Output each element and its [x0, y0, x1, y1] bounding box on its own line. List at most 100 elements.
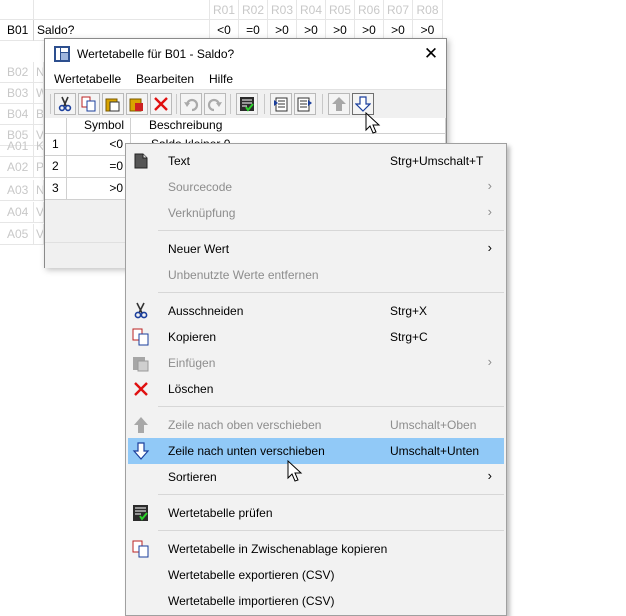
submenu-arrow-icon: › [487, 204, 492, 219]
menu-item-label: Wertetabelle in Zwischenablage kopieren [168, 542, 388, 556]
grid-row-header[interactable]: B01 [0, 20, 34, 41]
grid-row-header[interactable]: B03 [0, 83, 34, 104]
context-menu: Text Strg+Umschalt+T Sourcecode › Verknü… [125, 143, 507, 616]
menu-item-sourcecode[interactable]: Sourcecode › [128, 174, 504, 200]
table-row-number[interactable]: 3 [45, 178, 67, 200]
menu-item-wertetabelle-pruefen[interactable]: Wertetabelle prüfen [128, 500, 504, 526]
grid-row-text[interactable]: N [34, 62, 44, 83]
paste-special-button[interactable] [126, 93, 148, 115]
menu-item-loeschen[interactable]: Löschen [128, 376, 504, 402]
grid-row-text[interactable]: V [34, 224, 44, 245]
mouse-cursor-icon [365, 112, 381, 134]
undo-button[interactable] [180, 93, 202, 115]
column-header-symbol[interactable]: Symbol [67, 118, 131, 134]
grid-col-header[interactable]: R08 [413, 0, 443, 20]
check-table-icon [133, 505, 148, 521]
toolbar-separator [264, 94, 265, 114]
grid-col-header[interactable]: R04 [297, 0, 326, 20]
dialog-titlebar[interactable]: Wertetabelle für B01 - Saldo? ✕ [45, 39, 446, 69]
menu-separator [158, 406, 504, 407]
grid-col-header[interactable]: R03 [268, 0, 297, 20]
grid-row-text[interactable]: K [34, 136, 44, 157]
menu-item-label: Unbenutzte Werte entfernen [168, 268, 319, 282]
check-table-button[interactable] [236, 93, 258, 115]
menu-bearbeiten[interactable]: Bearbeiten [136, 72, 194, 86]
paste-special-icon [129, 98, 143, 112]
dialog-menubar: Wertetabelle Bearbeiten Hilfe [45, 69, 446, 89]
import-button[interactable] [270, 93, 292, 115]
copy-button[interactable] [78, 93, 100, 115]
table-row-number[interactable]: 1 [45, 134, 67, 156]
column-header-beschreibung[interactable]: Beschreibung [131, 118, 446, 134]
mouse-cursor-icon [287, 460, 303, 482]
text-icon [134, 153, 148, 169]
menu-item-sortieren[interactable]: Sortieren › [128, 464, 504, 490]
arrow-down-icon [355, 96, 371, 112]
grid-row-text[interactable]: P [34, 157, 44, 178]
arrow-up-icon [332, 97, 346, 111]
grid-col-header[interactable]: R07 [384, 0, 413, 20]
menu-item-shortcut: Strg+X [390, 304, 428, 318]
grid-row-header[interactable]: B04 [0, 104, 34, 125]
menu-item-shortcut: Strg+C [390, 330, 428, 344]
menu-item-verknuepfung[interactable]: Verknüpfung › [128, 200, 504, 226]
submenu-arrow-icon: › [487, 468, 492, 483]
menu-item-label: Wertetabelle exportieren (CSV) [168, 568, 335, 582]
grid-row-text[interactable]: W [34, 83, 44, 104]
export-icon [297, 97, 312, 112]
grid-col-header[interactable]: R02 [239, 0, 268, 20]
menu-item-zeile-nach-unten[interactable]: Zeile nach unten verschieben Umschalt+Un… [128, 438, 504, 464]
grid-row-header[interactable]: B02 [0, 62, 34, 83]
grid-row-text[interactable]: N [34, 180, 44, 201]
menu-separator [158, 292, 504, 293]
menu-item-kopieren[interactable]: Kopieren Strg+C [128, 324, 504, 350]
menu-item-exportieren[interactable]: Wertetabelle exportieren (CSV) [128, 562, 504, 588]
menu-wertetabelle[interactable]: Wertetabelle [54, 72, 121, 86]
grid-row-header[interactable]: A04 [0, 202, 34, 223]
app-icon [54, 46, 70, 62]
menu-item-zeile-nach-oben[interactable]: Zeile nach oben verschieben Umschalt+Obe… [128, 412, 504, 438]
paste-icon [133, 357, 149, 372]
menu-item-label: Ausschneiden [168, 304, 244, 318]
menu-item-unbenutzte-werte[interactable]: Unbenutzte Werte entfernen [128, 262, 504, 288]
toolbar-separator [50, 94, 51, 114]
copy-icon [81, 96, 96, 112]
grid-row-header[interactable]: A01 [0, 136, 34, 157]
grid-row-text[interactable]: B [34, 104, 44, 125]
table-row-number[interactable]: 2 [45, 156, 67, 178]
dialog-toolbar [45, 89, 446, 118]
menu-item-einfuegen[interactable]: Einfügen › [128, 350, 504, 376]
menu-item-neuer-wert[interactable]: Neuer Wert › [128, 236, 504, 262]
cut-button[interactable] [54, 93, 76, 115]
redo-button[interactable] [204, 93, 226, 115]
table-cell-symbol[interactable]: >0 [67, 178, 131, 200]
grid-corner [0, 0, 34, 20]
table-cell-symbol[interactable]: =0 [67, 156, 131, 178]
close-button[interactable]: ✕ [416, 39, 446, 69]
menu-item-text[interactable]: Text Strg+Umschalt+T [128, 148, 504, 174]
menu-separator [158, 530, 504, 531]
export-button[interactable] [294, 93, 316, 115]
toolbar-separator [176, 94, 177, 114]
delete-icon [134, 382, 148, 396]
redo-icon [207, 98, 222, 112]
grid-col-header[interactable]: R06 [355, 0, 384, 20]
menu-item-label: Verknüpfung [168, 206, 236, 220]
paste-button[interactable] [102, 93, 124, 115]
menu-item-label: Text [168, 154, 191, 168]
check-table-icon [240, 97, 254, 112]
grid-row-text[interactable]: V [34, 202, 44, 223]
menu-item-zwischenablage[interactable]: Wertetabelle in Zwischenablage kopieren [128, 536, 504, 562]
grid-row-header[interactable]: A03 [0, 180, 34, 201]
menu-hilfe[interactable]: Hilfe [209, 72, 233, 86]
move-up-button[interactable] [328, 93, 350, 115]
delete-button[interactable] [150, 93, 172, 115]
menu-item-importieren[interactable]: Wertetabelle importieren (CSV) [128, 588, 504, 614]
grid-row-header[interactable]: A05 [0, 224, 34, 245]
grid-row-header[interactable]: A02 [0, 157, 34, 178]
grid-col-header[interactable]: R05 [326, 0, 355, 20]
menu-item-ausschneiden[interactable]: Ausschneiden Strg+X [128, 298, 504, 324]
grid-col-header[interactable]: R01 [210, 0, 239, 20]
menu-item-label: Wertetabelle prüfen [168, 506, 273, 520]
table-cell-symbol[interactable]: <0 [67, 134, 131, 156]
